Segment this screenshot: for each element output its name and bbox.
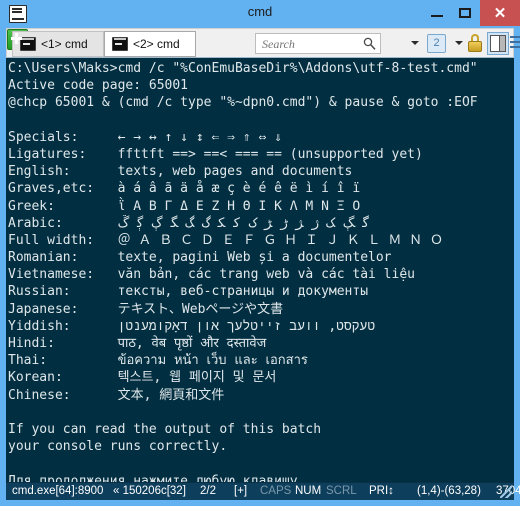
console-line: Vietnamese: văn bản, các trang web và cá…: [8, 267, 415, 283]
status-build: « 150206c[32]: [113, 485, 186, 497]
console-line: Yiddish: טעקסט, וועב זייטלעך און דאָקומע…: [8, 318, 376, 334]
console-tab-icon: [20, 37, 36, 51]
maximize-button[interactable]: [452, 0, 478, 26]
status-num: NUM: [295, 485, 322, 497]
console-line: English: texts, web pages and documents: [8, 164, 353, 180]
search-box[interactable]: [255, 33, 381, 54]
search-icon: [363, 37, 376, 50]
console-line: Specials: ← → ↔ ↑ ↓ ↕ ⇐ ⇒ ⇑ ⇔ ⇓: [8, 129, 282, 145]
console-line: your console runs correctly.: [8, 439, 228, 455]
title-bar: cmd ✕: [0, 0, 520, 28]
status-caps: CAPS: [260, 485, 292, 497]
close-icon: ✕: [493, 5, 507, 22]
new-console-chevron-down-icon[interactable]: [411, 41, 419, 45]
status-priority: PRI↕: [369, 485, 394, 497]
console-line: Thai: ข้อความ หน้า เว็บ และ เอกสาร: [8, 353, 308, 369]
console-line: C:\Users\Maks>cmd /c "%ConEmuBaseDir%\Ad…: [8, 61, 478, 76]
console-line: Для продолжения нажмите любую клавишу . …: [8, 473, 345, 483]
console-line: Graves,etc: à á â ã ä å æ ç è é ê ë ì í …: [8, 181, 361, 197]
console-text: C:\Users\Maks>cmd /c "%ConEmuBaseDir%\Ad…: [8, 60, 478, 482]
console-line: If you can read the output of this batch: [8, 421, 322, 437]
split-pane-glyph: [490, 35, 506, 52]
console-line: Romanian: texte, pagini Web și a documen…: [8, 250, 392, 266]
tab-console-2[interactable]: <2> cmd: [104, 31, 196, 57]
console-line: @chcp 65001 & (cmd /c type "%~dpn0.cmd")…: [8, 95, 478, 111]
status-process: cmd.exe[64]:8900: [12, 485, 104, 497]
console-line: Arabic: ﮔ ﮗ ﮏ ﮊ ﮋ ﮌ ﮍ ﮎ ﮐ ﮑ ﮒ ﮓ ﮕ ﮖ ﮘ ﮚ: [8, 215, 370, 231]
console-line: Russian: тексты, веб-страницы и документ…: [8, 284, 369, 300]
hamburger-menu-icon[interactable]: [510, 36, 520, 50]
console-tab-icon: [112, 37, 128, 51]
console-line: Hindi: पाठ, वेब पृष्ठों और दस्तावेज: [8, 336, 267, 351]
minimize-button[interactable]: [424, 0, 450, 26]
close-button[interactable]: ✕: [480, 0, 520, 26]
split-pane-icon[interactable]: [487, 32, 509, 55]
padlock-body: [468, 41, 482, 52]
console-line: Ligatures: ffttft ==> ==< === == (unsupp…: [8, 146, 423, 162]
conemu-window: cmd ✕ <1> cmd <2> cmd 2: [0, 0, 520, 506]
console-list-chevron-down-icon[interactable]: [455, 41, 463, 45]
console-line: Full width: ＠ Ａ Ｂ Ｃ Ｄ Ｅ Ｆ Ｇ Ｈ Ｉ Ｊ Ｋ Ｌ Ｍ …: [8, 232, 443, 248]
resize-grip-icon[interactable]: [500, 486, 512, 498]
console-output[interactable]: C:\Users\Maks>cmd /c "%ConEmuBaseDir%\Ad…: [6, 58, 514, 482]
console-line: Active code page: 65001: [8, 78, 189, 94]
status-tab-counter: 2/2: [200, 485, 216, 497]
padlock-icon[interactable]: [467, 34, 483, 53]
tab-label: <2> cmd: [133, 37, 180, 51]
console-scrollbar[interactable]: [514, 58, 520, 482]
maximize-icon: [459, 8, 471, 18]
status-scrl: SCRL: [326, 485, 357, 497]
console-line: Greek: ῒ Α Β Γ Δ Ε Ζ Η Θ Ι Κ Λ Μ Ν Ξ Ο: [8, 198, 361, 214]
tab-toolbar: <1> cmd <2> cmd 2: [6, 28, 520, 58]
minimize-icon: [431, 15, 443, 17]
status-selection: [+]: [234, 485, 248, 497]
console-area: C:\Users\Maks>cmd /c "%ConEmuBaseDir%\Ad…: [0, 58, 520, 482]
active-console-count[interactable]: 2: [427, 34, 446, 53]
status-coords: (1,4)-(63,28): [417, 485, 481, 497]
console-line: Japanese: テキスト、Webページや文書: [8, 301, 284, 317]
status-bar-inner: cmd.exe[64]:8900 « 150206c[32] 2/2 [+] C…: [6, 482, 520, 500]
search-input[interactable]: [260, 35, 360, 54]
console-line: Korean: 텍스트, 웹 페이지 및 문서: [8, 370, 277, 386]
tab-console-1[interactable]: <1> cmd: [12, 31, 104, 57]
status-bar: cmd.exe[64]:8900 « 150206c[32] 2/2 [+] C…: [0, 482, 520, 506]
tab-label: <1> cmd: [41, 37, 88, 51]
console-line: Chinese: 文本, 網頁和文件: [8, 387, 225, 403]
